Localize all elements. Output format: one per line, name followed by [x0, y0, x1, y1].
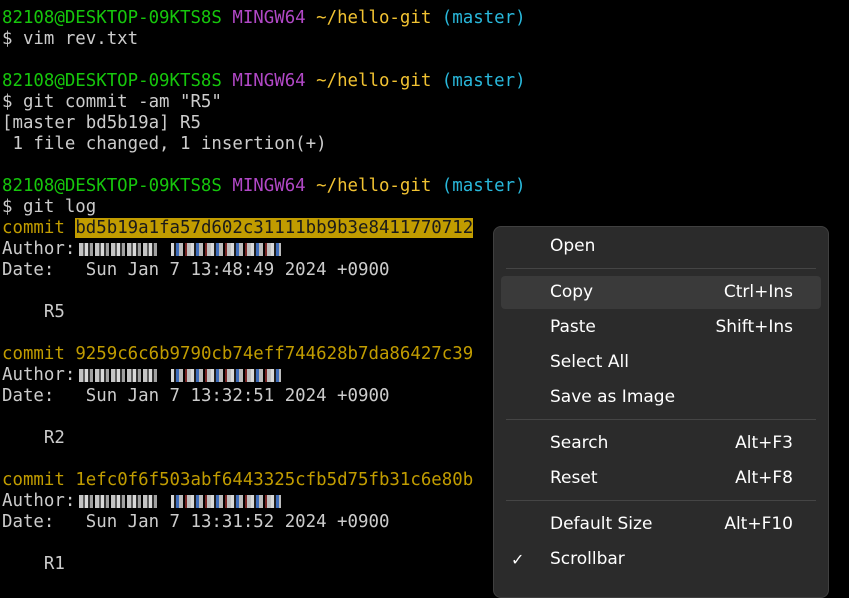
commit-message: R1	[43, 554, 65, 574]
prompt-env: MINGW64	[232, 8, 306, 28]
menu-separator	[506, 500, 816, 501]
menu-item-search[interactable]: Search Alt+F3	[501, 427, 821, 460]
redacted-author-email	[171, 494, 282, 508]
date-line: Date: Sun Jan 7 13:48:49 2024 +0900	[2, 260, 389, 281]
commit-message: R2	[43, 428, 65, 448]
redacted-author-name	[79, 494, 158, 508]
prompt-env: MINGW64	[232, 71, 306, 91]
prompt-line: 82108@DESKTOP-09KTS8S MINGW64 ~/hello-gi…	[2, 176, 526, 197]
menu-item-label: Copy	[550, 282, 594, 302]
menu-item-shortcut: Shift+Ins	[715, 317, 793, 337]
author-line: Author:	[2, 491, 282, 512]
redacted-author-email	[171, 368, 282, 382]
prompt-path: ~/hello-git	[316, 8, 432, 28]
redacted-author-name	[79, 242, 158, 256]
menu-item-reset[interactable]: Reset Alt+F8	[501, 462, 821, 495]
context-menu: Open Copy Ctrl+Ins Paste Shift+Ins Select …	[493, 226, 829, 598]
menu-item-label: Paste	[550, 317, 596, 337]
menu-item-label: Scrollbar	[550, 549, 625, 569]
menu-separator	[506, 419, 816, 420]
prompt-user: 82108@DESKTOP-09KTS8S	[2, 8, 222, 28]
command-line: $ vim rev.txt	[2, 29, 139, 49]
redacted-author-email	[171, 242, 282, 256]
menu-item-copy[interactable]: Copy Ctrl+Ins	[501, 276, 821, 309]
menu-item-paste[interactable]: Paste Shift+Ins	[501, 311, 821, 344]
menu-item-scrollbar[interactable]: ✓ Scrollbar	[501, 543, 821, 576]
menu-item-label: Select All	[550, 352, 629, 372]
menu-item-save-as-image[interactable]: Save as Image	[501, 381, 821, 414]
menu-item-label: Open	[550, 236, 596, 256]
menu-item-select-all[interactable]: Select All	[501, 346, 821, 379]
menu-separator	[506, 268, 816, 269]
menu-item-default-size[interactable]: Default Size Alt+F10	[501, 508, 821, 541]
commit-message: R5	[43, 302, 65, 322]
command-line: $ git log	[2, 197, 97, 217]
menu-item-label: Default Size	[550, 514, 653, 534]
menu-item-shortcut: Alt+F3	[735, 433, 793, 453]
redacted-author-name	[79, 368, 158, 382]
prompt-user: 82108@DESKTOP-09KTS8S	[2, 71, 222, 91]
prompt-line: 82108@DESKTOP-09KTS8S MINGW64 ~/hello-gi…	[2, 71, 526, 92]
menu-item-shortcut: Alt+F10	[724, 514, 793, 534]
commit-word: commit	[2, 470, 65, 490]
menu-item-label: Save as Image	[550, 387, 676, 407]
prompt-env: MINGW64	[232, 176, 306, 196]
prompt-branch: (master)	[441, 8, 526, 28]
commit-line: commit bd5b19a1fa57d602c31111bb9b3e84117…	[2, 218, 474, 239]
date-label: Date:	[2, 386, 55, 406]
commit-hash: 1efc0f6f503abf6443325cfb5d75fb31c6e80b	[75, 470, 474, 490]
author-label: Author:	[2, 239, 76, 259]
prompt-user: 82108@DESKTOP-09KTS8S	[2, 176, 222, 196]
date-line: Date: Sun Jan 7 13:32:51 2024 +0900	[2, 386, 389, 407]
date-label: Date:	[2, 260, 55, 280]
menu-item-shortcut: Alt+F8	[735, 468, 793, 488]
commit-date: Sun Jan 7 13:31:52 2024 +0900	[85, 512, 390, 532]
prompt-path: ~/hello-git	[316, 176, 432, 196]
command-line: $ git commit -am "R5"	[2, 92, 222, 112]
date-label: Date:	[2, 512, 55, 532]
commit-hash: 9259c6c6b9790cb74eff744628b7da86427c39	[75, 344, 474, 364]
commit-word: commit	[2, 344, 65, 364]
output-line: [master bd5b19a] R5	[2, 113, 201, 133]
menu-item-label: Reset	[550, 468, 598, 488]
output-line: 1 file changed, 1 insertion(+)	[2, 134, 327, 154]
commit-hash-selected[interactable]: bd5b19a1fa57d602c31111bb9b3e8411770712	[75, 218, 474, 238]
author-line: Author:	[2, 239, 282, 260]
menu-item-label: Search	[550, 433, 609, 453]
prompt-path: ~/hello-git	[316, 71, 432, 91]
prompt-branch: (master)	[441, 176, 526, 196]
commit-line: commit 9259c6c6b9790cb74eff744628b7da864…	[2, 344, 473, 365]
commit-date: Sun Jan 7 13:32:51 2024 +0900	[85, 386, 390, 406]
author-line: Author:	[2, 365, 282, 386]
commit-date: Sun Jan 7 13:48:49 2024 +0900	[85, 260, 390, 280]
checkmark-icon: ✓	[511, 550, 525, 569]
author-label: Author:	[2, 491, 76, 511]
commit-line: commit 1efc0f6f503abf6443325cfb5d75fb31c…	[2, 470, 473, 491]
menu-item-open[interactable]: Open	[501, 230, 821, 263]
author-label: Author:	[2, 365, 76, 385]
date-line: Date: Sun Jan 7 13:31:52 2024 +0900	[2, 512, 389, 533]
prompt-branch: (master)	[441, 71, 526, 91]
commit-word: commit	[2, 218, 65, 238]
menu-item-shortcut: Ctrl+Ins	[723, 282, 793, 302]
prompt-line: 82108@DESKTOP-09KTS8S MINGW64 ~/hello-gi…	[2, 8, 526, 29]
